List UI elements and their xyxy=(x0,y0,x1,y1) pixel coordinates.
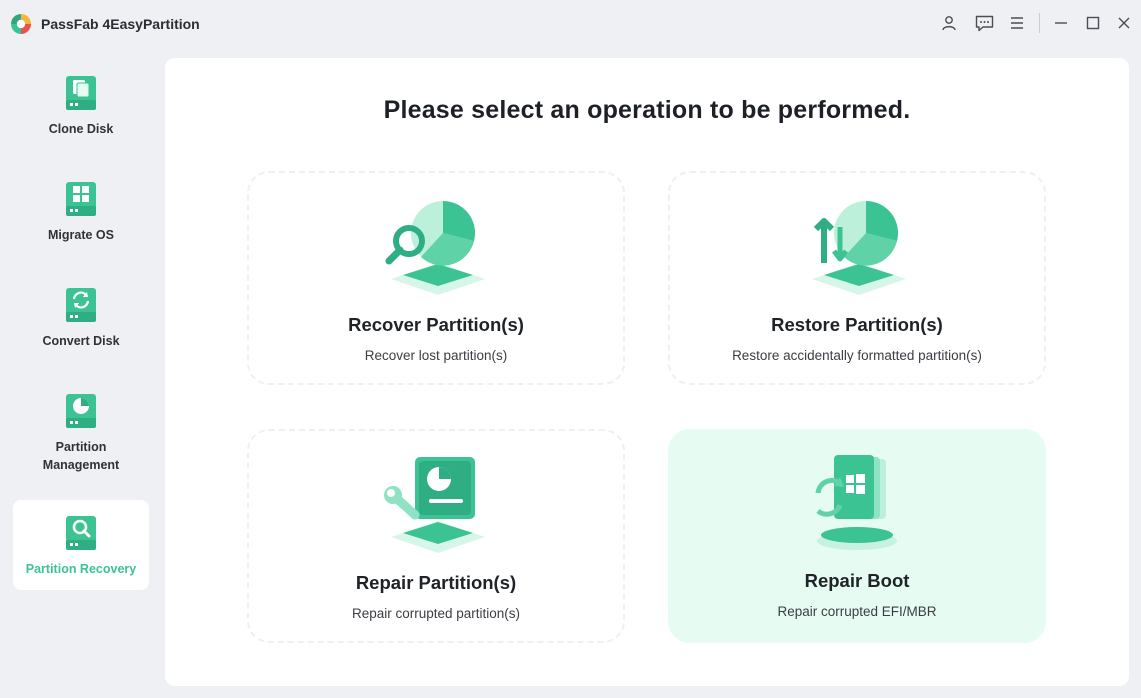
sidebar-item-clone-disk[interactable]: Clone Disk xyxy=(13,60,149,140)
sidebar-item-label: Partition Management xyxy=(42,440,120,472)
recover-partition-card[interactable]: Recover Partition(s) Recover lost partit… xyxy=(247,171,625,385)
app-logo-icon xyxy=(11,14,31,34)
sidebar-item-partition-recovery[interactable]: Partition Recovery xyxy=(13,500,149,590)
sidebar-item-migrate-os[interactable]: Migrate OS xyxy=(13,166,149,246)
card-title: Restore Partition(s) xyxy=(771,314,943,335)
menu-icon[interactable] xyxy=(1006,12,1028,34)
card-description: Restore accidentally formatted partition… xyxy=(732,348,982,363)
card-description: Repair corrupted partition(s) xyxy=(351,606,521,621)
maximize-icon[interactable] xyxy=(1082,12,1104,34)
minimize-icon[interactable] xyxy=(1050,12,1072,34)
sidebar-item-partition-management[interactable]: Partition Management xyxy=(13,378,149,478)
restore-partition-icon xyxy=(812,201,906,295)
partition-recovery-icon xyxy=(66,516,96,550)
card-title: Repair Boot xyxy=(804,570,910,591)
repair-boot-card[interactable]: Repair Boot Repair corrupted EFI/MBR xyxy=(668,429,1046,643)
restore-partition-card[interactable]: Restore Partition(s) Restore accidentall… xyxy=(668,171,1046,385)
card-title: Repair Partition(s) xyxy=(355,572,517,593)
titlebar-divider xyxy=(1039,13,1040,33)
feedback-icon[interactable] xyxy=(973,12,995,34)
card-description: Recover lost partition(s) xyxy=(364,348,508,363)
main-panel: Please select an operation to be perform… xyxy=(165,58,1129,686)
clone-disk-icon xyxy=(66,76,96,110)
sidebar-item-convert-disk[interactable]: Convert Disk xyxy=(13,272,149,352)
sidebar-item-label: Convert Disk xyxy=(42,334,120,348)
card-description: Repair corrupted EFI/MBR xyxy=(777,604,937,619)
close-icon[interactable] xyxy=(1113,12,1135,34)
repair-boot-icon xyxy=(815,455,897,550)
repair-partition-card[interactable]: Repair Partition(s) Repair corrupted par… xyxy=(247,429,625,643)
card-title: Recover Partition(s) xyxy=(348,314,524,335)
repair-partition-icon xyxy=(384,457,485,553)
app-title: PassFab 4EasyPartition xyxy=(41,16,200,32)
sidebar-item-label: Migrate OS xyxy=(48,228,114,242)
sidebar-item-label: Partition Recovery xyxy=(25,562,137,576)
sidebar: Clone Disk Migrate OS Convert Disk Parti… xyxy=(0,46,162,698)
partition-management-icon xyxy=(66,394,96,428)
convert-disk-icon xyxy=(66,288,96,322)
recover-partition-icon xyxy=(385,201,485,295)
user-icon[interactable] xyxy=(938,12,960,34)
title-bar: PassFab 4EasyPartition xyxy=(0,0,1141,46)
sidebar-item-label: Clone Disk xyxy=(48,122,114,136)
page-title: Please select an operation to be perform… xyxy=(383,96,911,124)
migrate-os-icon xyxy=(66,182,96,216)
